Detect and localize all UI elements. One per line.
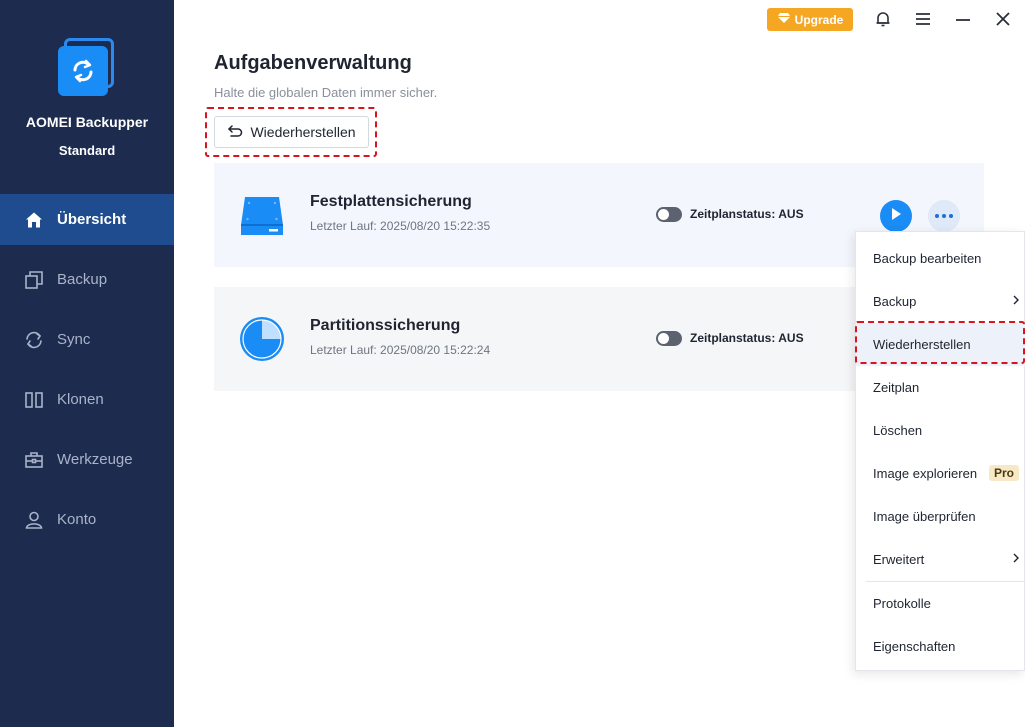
sidebar-item-label: Übersicht bbox=[57, 211, 127, 228]
app-edition: Standard bbox=[58, 143, 116, 158]
home-icon bbox=[24, 210, 44, 230]
toolbox-icon bbox=[24, 450, 44, 470]
page-subtitle: Halte die globalen Daten immer sicher. bbox=[214, 85, 438, 100]
menu-item-label: Protokolle bbox=[873, 596, 931, 611]
chevron-right-icon bbox=[1012, 293, 1020, 307]
schedule-toggle[interactable] bbox=[656, 207, 682, 222]
menu-item-backup[interactable]: Backup bbox=[856, 280, 1025, 323]
minimize-icon[interactable] bbox=[953, 9, 973, 29]
menu-item-label: Zeitplan bbox=[873, 380, 920, 395]
more-options-button[interactable] bbox=[928, 200, 960, 232]
diamond-icon bbox=[777, 12, 791, 27]
bell-icon[interactable] bbox=[873, 9, 893, 29]
task-name: Festplattensicherung bbox=[310, 193, 472, 210]
menu-item-highlight bbox=[855, 321, 1025, 364]
menu-item-erweitert[interactable]: Erweitert bbox=[856, 538, 1025, 581]
menu-item-label: Backup bbox=[873, 294, 917, 309]
menu-item-label: Image explorieren bbox=[873, 466, 978, 481]
sync-icon bbox=[24, 330, 44, 350]
more-dot bbox=[949, 214, 953, 218]
sidebar-item-label: Backup bbox=[57, 271, 108, 288]
more-dot bbox=[935, 214, 939, 218]
menu-icon[interactable] bbox=[913, 9, 933, 29]
menu-item-label: Eigenschaften bbox=[873, 639, 956, 654]
page-title: Aufgabenverwaltung bbox=[214, 52, 412, 74]
restore-button[interactable]: Wiederherstellen bbox=[214, 116, 369, 148]
context-menu: Backup bearbeiten Backup Wiederherstelle… bbox=[855, 231, 1025, 671]
sidebar-item-sync[interactable]: Sync bbox=[0, 314, 174, 365]
menu-item-label: Erweitert bbox=[873, 552, 925, 567]
app-branding: AOMEI Backupper Standard bbox=[0, 38, 174, 158]
copy-icon bbox=[24, 270, 44, 290]
schedule-toggle[interactable] bbox=[656, 331, 682, 346]
task-last-run: Letzter Lauf: 2025/08/20 15:22:35 bbox=[310, 219, 491, 233]
more-dot bbox=[942, 214, 946, 218]
sidebar-item-label: Werkzeuge bbox=[57, 451, 133, 468]
menu-item-eigenschaften[interactable]: Eigenschaften bbox=[856, 625, 1025, 668]
pro-badge: Pro bbox=[989, 465, 1020, 481]
close-icon[interactable] bbox=[993, 9, 1013, 29]
menu-item-image-ueberpruefen[interactable]: Image überprüfen bbox=[856, 495, 1025, 538]
disk-icon bbox=[238, 191, 286, 239]
upgrade-label: Upgrade bbox=[794, 12, 844, 27]
clone-icon bbox=[24, 390, 44, 410]
menu-item-loeschen[interactable]: Löschen bbox=[856, 409, 1025, 452]
menu-item-label: Backup bearbeiten bbox=[873, 251, 982, 266]
sidebar-item-label: Klonen bbox=[57, 391, 104, 408]
sidebar-item-label: Konto bbox=[57, 511, 97, 528]
app-name: AOMEI Backupper bbox=[25, 114, 149, 130]
upgrade-button[interactable]: Upgrade bbox=[767, 8, 853, 31]
sidebar-item-konto[interactable]: Konto bbox=[0, 494, 174, 545]
schedule-status: Zeitplanstatus: AUS bbox=[690, 331, 804, 345]
menu-item-label: Image überprüfen bbox=[873, 509, 976, 524]
sidebar-item-uebersicht[interactable]: Übersicht bbox=[0, 194, 174, 245]
menu-item-image-explorieren[interactable]: Image explorieren Pro bbox=[856, 452, 1025, 495]
menu-item-protokolle[interactable]: Protokolle bbox=[856, 582, 1025, 625]
play-icon bbox=[890, 207, 902, 226]
sidebar-nav: Übersicht Backup Sync Klonen Werkzeuge K… bbox=[0, 194, 174, 554]
run-button[interactable] bbox=[880, 200, 912, 232]
sidebar-item-klonen[interactable]: Klonen bbox=[0, 374, 174, 425]
sidebar-item-backup[interactable]: Backup bbox=[0, 254, 174, 305]
restore-button-label: Wiederherstellen bbox=[250, 124, 356, 140]
chevron-right-icon bbox=[1012, 551, 1020, 565]
sidebar-item-werkzeuge[interactable]: Werkzeuge bbox=[0, 434, 174, 485]
menu-item-label: Löschen bbox=[873, 423, 923, 438]
menu-item-backup-bearbeiten[interactable]: Backup bearbeiten bbox=[856, 237, 1025, 280]
schedule-status: Zeitplanstatus: AUS bbox=[690, 207, 804, 221]
app-logo-icon bbox=[58, 38, 116, 96]
sidebar: AOMEI Backupper Standard Übersicht Backu… bbox=[0, 0, 174, 727]
partition-icon bbox=[238, 315, 286, 363]
menu-item-zeitplan[interactable]: Zeitplan bbox=[856, 366, 1025, 409]
task-last-run: Letzter Lauf: 2025/08/20 15:22:24 bbox=[310, 343, 491, 357]
undo-icon bbox=[227, 124, 243, 140]
user-icon bbox=[24, 510, 44, 530]
task-name: Partitionssicherung bbox=[310, 317, 461, 334]
sidebar-item-label: Sync bbox=[57, 331, 91, 348]
